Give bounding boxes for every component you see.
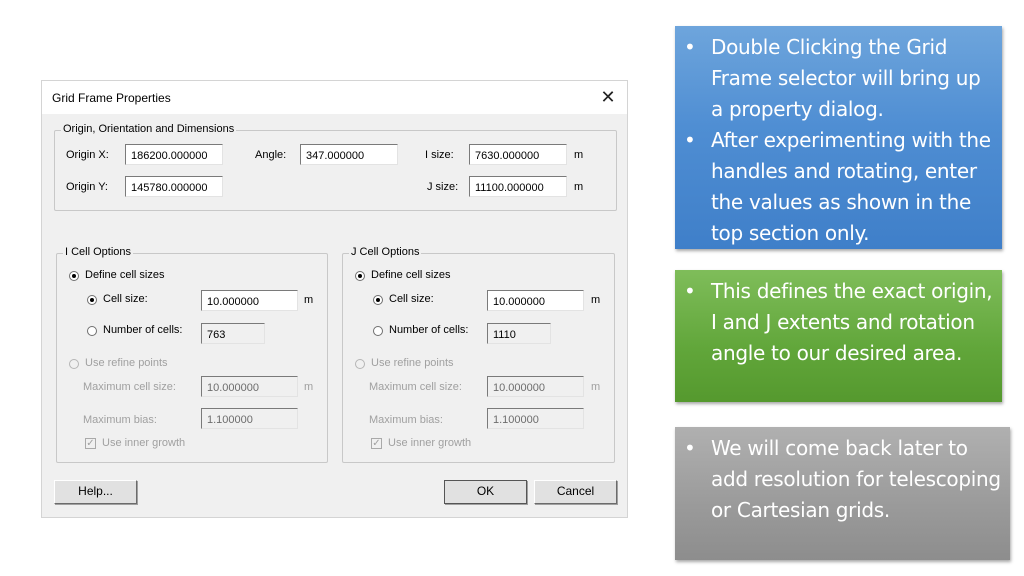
callout-resolution-later: We will come back later to add resolutio… (675, 427, 1010, 560)
i-use-refine-points-label: Use refine points (85, 357, 168, 369)
i-define-cell-sizes-label: Define cell sizes (85, 269, 165, 281)
i-cell-size-unit: m (304, 294, 314, 306)
callout-bullet: We will come back later to add resolutio… (684, 433, 1002, 526)
j-cell-size-label: Cell size: (389, 293, 434, 305)
j-number-of-cells-input[interactable] (487, 323, 551, 344)
close-button[interactable]: ✕ (595, 85, 621, 109)
i-cell-size-label: Cell size: (103, 293, 148, 305)
j-cell-size-radio[interactable] (373, 295, 383, 305)
i-number-of-cells-label: Number of cells: (103, 324, 183, 336)
i-max-cell-size-input[interactable] (201, 376, 298, 397)
grid-frame-properties-dialog: Grid Frame Properties ✕ Origin, Orientat… (41, 80, 628, 518)
i-cell-size-radio[interactable] (87, 295, 97, 305)
j-max-bias-label: Maximum bias: (369, 414, 443, 426)
help-button[interactable]: Help... (54, 480, 137, 504)
j-cell-size-unit: m (591, 294, 601, 306)
j-define-cell-sizes-label: Define cell sizes (371, 269, 451, 281)
j-define-cell-sizes-radio[interactable] (355, 271, 365, 281)
j-use-refine-points-label: Use refine points (371, 357, 454, 369)
j-max-bias-input[interactable] (487, 408, 584, 429)
i-number-of-cells-input[interactable] (201, 323, 265, 344)
i-cell-size-input[interactable] (201, 290, 298, 311)
i-max-cell-size-label: Maximum cell size: (83, 381, 176, 393)
angle-input[interactable] (300, 144, 398, 165)
i-number-of-cells-radio[interactable] (87, 326, 97, 336)
j-max-cell-size-input[interactable] (487, 376, 584, 397)
callout-origin-extents: This defines the exact origin, I and J e… (675, 270, 1002, 402)
origin-y-label: Origin Y: (66, 181, 108, 193)
j-cell-options-label: J Cell Options (349, 246, 422, 258)
j-size-input[interactable] (469, 176, 567, 197)
j-use-inner-growth-checkbox[interactable]: ✓ (371, 438, 382, 449)
j-cell-size-input[interactable] (487, 290, 584, 311)
ok-button[interactable]: OK (444, 480, 527, 504)
callout-bullet: This defines the exact origin, I and J e… (684, 276, 994, 369)
j-size-unit: m (574, 181, 584, 193)
j-max-cell-size-label: Maximum cell size: (369, 381, 462, 393)
angle-label: Angle: (255, 149, 287, 161)
i-cell-options-group: I Cell Options Define cell sizes Cell si… (56, 246, 328, 463)
origin-orientation-group: Origin, Orientation and Dimensions Origi… (54, 123, 617, 211)
dialog-titlebar[interactable]: Grid Frame Properties ✕ (42, 81, 627, 114)
callout-bullet: After experimenting with the handles and… (684, 125, 994, 249)
origin-x-input[interactable] (125, 144, 223, 165)
i-max-bias-label: Maximum bias: (83, 414, 157, 426)
j-number-of-cells-radio[interactable] (373, 326, 383, 336)
origin-y-input[interactable] (125, 176, 223, 197)
i-size-input[interactable] (469, 144, 567, 165)
j-number-of-cells-label: Number of cells: (389, 324, 469, 336)
origin-x-label: Origin X: (66, 149, 109, 161)
i-use-inner-growth-checkbox[interactable]: ✓ (85, 438, 96, 449)
j-cell-options-group: J Cell Options Define cell sizes Cell si… (342, 246, 615, 463)
j-max-cell-size-unit: m (591, 381, 601, 393)
dialog-title: Grid Frame Properties (52, 91, 171, 105)
callout-dialog-instructions: Double Clicking the Grid Frame selector … (675, 26, 1002, 249)
i-cell-options-label: I Cell Options (63, 246, 134, 258)
i-define-cell-sizes-radio[interactable] (69, 271, 79, 281)
callout-bullet: Double Clicking the Grid Frame selector … (684, 32, 994, 125)
cancel-button[interactable]: Cancel (534, 480, 617, 504)
i-max-cell-size-unit: m (304, 381, 314, 393)
i-use-inner-growth-label: Use inner growth (102, 437, 186, 449)
j-size-label: J size: (427, 181, 459, 193)
origin-group-label: Origin, Orientation and Dimensions (61, 123, 237, 135)
i-size-unit: m (574, 149, 584, 161)
i-size-label: I size: (425, 149, 454, 161)
i-max-bias-input[interactable] (201, 408, 298, 429)
i-use-refine-points-radio[interactable] (69, 359, 79, 369)
close-icon: ✕ (600, 87, 616, 107)
j-use-refine-points-radio[interactable] (355, 359, 365, 369)
j-use-inner-growth-label: Use inner growth (388, 437, 472, 449)
